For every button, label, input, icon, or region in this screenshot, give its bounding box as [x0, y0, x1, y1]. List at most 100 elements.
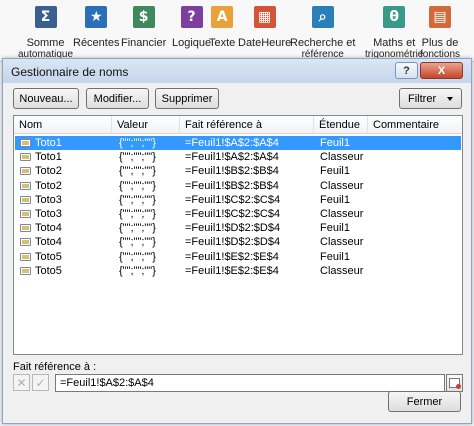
cell-scope: Feuil1: [320, 250, 350, 263]
search-book-icon: ⌕: [311, 6, 334, 28]
cell-scope: Feuil1: [320, 193, 350, 206]
defined-name-icon: [20, 238, 31, 247]
column-header-scope[interactable]: Étendue: [314, 116, 368, 134]
cell-value: {"";"";""}: [119, 179, 156, 192]
dialog-titlebar: Gestionnaire de noms ? X: [3, 59, 471, 83]
confirm-edit-icon[interactable]: ✓: [32, 374, 49, 391]
column-header-comment[interactable]: Commentaire: [368, 116, 462, 134]
more-functions-icon: ▤: [429, 6, 452, 28]
cell-name: Toto4: [35, 222, 62, 235]
defined-name-icon: [20, 224, 31, 233]
list-header: Nom Valeur Fait référence à Étendue Comm…: [14, 116, 462, 134]
ribbon-button-7[interactable]: θ Maths et trigonométrie: [365, 6, 423, 60]
cell-ref: =Feuil1!$E$2:$E$4: [185, 250, 279, 263]
cell-ref: =Feuil1!$A$2:$A$4: [185, 151, 279, 164]
range-select-icon: [449, 378, 461, 389]
cell-value: {"";"";""}: [119, 151, 156, 164]
cancel-edit-icon[interactable]: ✕: [13, 374, 30, 391]
defined-name-icon: [20, 139, 31, 147]
defined-name-icon: [20, 252, 31, 261]
cell-scope: Feuil1: [320, 165, 350, 178]
cell-scope: Classeur: [320, 264, 364, 277]
filter-dropdown-button[interactable]: Filtrer: [399, 88, 462, 109]
ribbon-button-2[interactable]: $ Financier: [121, 6, 166, 49]
column-header-refers-to[interactable]: Fait référence à: [180, 116, 314, 134]
defined-name-icon: [20, 181, 31, 190]
cell-name: Toto2: [35, 165, 62, 178]
column-header-value[interactable]: Valeur: [112, 116, 180, 134]
cell-ref: =Feuil1!$B$2:$B$4: [185, 179, 279, 192]
cell-name: Toto3: [35, 208, 62, 220]
list-item[interactable]: Toto5 {"";"";""} =Feuil1!$E$2:$E$4 Classeur: [15, 264, 461, 278]
collapse-dialog-button[interactable]: [446, 374, 463, 392]
ribbon-button-0[interactable]: Σ Somme automatique: [18, 6, 73, 60]
ribbon-button-label: Récentes: [73, 37, 120, 49]
ribbon-button-label: DateHeure: [238, 37, 292, 49]
cell-scope: Classeur: [320, 208, 364, 220]
ribbon-button-label: Financier: [121, 37, 167, 49]
cell-ref: =Feuil1!$A$2:$A$4: [185, 137, 279, 149]
close-button[interactable]: Fermer: [388, 391, 461, 412]
ribbon-button-3[interactable]: ? Logique: [172, 6, 211, 49]
list-item[interactable]: Toto2 {"";"";""} =Feuil1!$B$2:$B$4 Feuil1: [15, 164, 461, 178]
list-item[interactable]: Toto5 {"";"";""} =Feuil1!$E$2:$E$4 Feuil1: [15, 250, 461, 264]
cell-name: Toto1: [35, 137, 62, 149]
cell-ref: =Feuil1!$D$2:$D$4: [185, 222, 281, 235]
close-window-button[interactable]: X: [420, 62, 463, 79]
list-item[interactable]: Toto4 {"";"";""} =Feuil1!$D$2:$D$4 Classeur: [15, 235, 461, 249]
new-name-button[interactable]: Nouveau...: [13, 88, 79, 109]
column-header-name[interactable]: Nom: [14, 116, 112, 134]
list-item[interactable]: Toto3 {"";"";""} =Feuil1!$C$2:$C$4 Classeur: [15, 207, 461, 221]
names-list[interactable]: Nom Valeur Fait référence à Étendue Comm…: [13, 115, 463, 355]
list-item[interactable]: Toto4 {"";"";""} =Feuil1!$D$2:$D$4 Feuil1: [15, 221, 461, 235]
cell-ref: =Feuil1!$B$2:$B$4: [185, 165, 279, 178]
ribbon-button-1[interactable]: ★ Récentes: [73, 6, 119, 49]
ribbon-button-8[interactable]: ▤ Plus de fonctions: [420, 6, 460, 60]
cell-scope: Classeur: [320, 179, 364, 192]
cell-name: Toto1: [35, 151, 62, 164]
defined-name-icon: [20, 153, 31, 162]
cell-ref: =Feuil1!$C$2:$C$4: [185, 208, 281, 220]
ribbon-button-label: Recherche et: [290, 37, 356, 49]
dialog-title: Gestionnaire de noms: [11, 65, 129, 79]
cell-ref: =Feuil1!$C$2:$C$4: [185, 193, 281, 206]
cell-value: {"";"";""}: [119, 137, 156, 149]
ribbon-button-4[interactable]: A Texte: [209, 6, 235, 49]
cell-scope: Classeur: [320, 236, 364, 249]
cell-name: Toto5: [35, 250, 62, 263]
defined-name-icon: [20, 266, 31, 275]
name-manager-dialog: Gestionnaire de noms ? X Nouveau... Modi…: [2, 58, 472, 424]
cell-name: Toto2: [35, 179, 62, 192]
ribbon-button-6[interactable]: ⌕ Recherche et référence: [290, 6, 355, 60]
defined-name-icon: [20, 195, 31, 204]
cell-name: Toto4: [35, 236, 62, 249]
defined-name-icon: [20, 210, 31, 218]
cell-name: Toto5: [35, 264, 62, 277]
cell-value: {"";"";""}: [119, 193, 156, 206]
sigma-icon: Σ: [34, 6, 57, 28]
cell-scope: Classeur: [320, 151, 364, 164]
list-item[interactable]: Toto3 {"";"";""} =Feuil1!$C$2:$C$4 Feuil1: [15, 193, 461, 207]
delete-name-button[interactable]: Supprimer: [155, 88, 219, 109]
cell-value: {"";"";""}: [119, 250, 156, 263]
cell-value: {"";"";""}: [119, 236, 156, 249]
refers-to-input[interactable]: =Feuil1!$A$2:$A$4: [55, 374, 445, 392]
cell-ref: =Feuil1!$E$2:$E$4: [185, 264, 279, 277]
ribbon-button-label: Logique: [172, 37, 212, 49]
chevron-down-icon: [447, 97, 453, 101]
list-item[interactable]: Toto2 {"";"";""} =Feuil1!$B$2:$B$4 Classeur: [15, 179, 461, 193]
logic-book-icon: ?: [180, 6, 203, 28]
cell-value: {"";"";""}: [119, 264, 156, 277]
help-button[interactable]: ?: [395, 62, 418, 79]
math-book-icon: θ: [383, 6, 406, 28]
cell-ref: =Feuil1!$D$2:$D$4: [185, 236, 281, 249]
refers-to-label: Fait référence à :: [13, 361, 97, 373]
ribbon-button-label: Plus de: [421, 37, 459, 49]
text-book-icon: A: [211, 6, 234, 28]
ribbon-button-5[interactable]: ▦ DateHeure: [238, 6, 291, 49]
cell-value: {"";"";""}: [119, 208, 156, 220]
ribbon-button-label: Maths et: [373, 37, 416, 49]
list-item[interactable]: Toto1 {"";"";""} =Feuil1!$A$2:$A$4 Classeur: [15, 150, 461, 164]
edit-name-button[interactable]: Modifier...: [86, 88, 149, 109]
list-item[interactable]: Toto1 {"";"";""} =Feuil1!$A$2:$A$4 Feuil1: [15, 136, 461, 150]
